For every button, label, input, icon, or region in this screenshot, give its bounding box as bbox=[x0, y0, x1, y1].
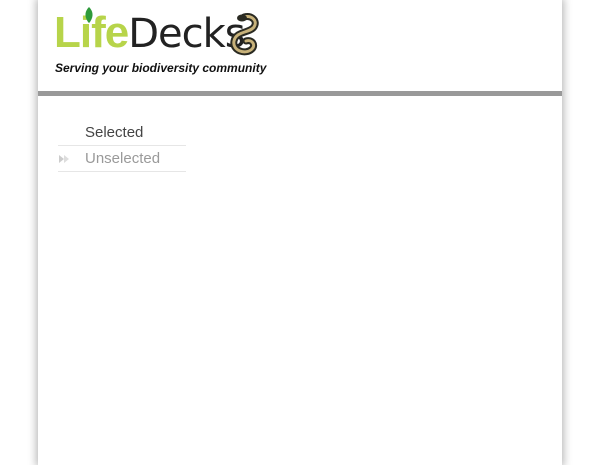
header-divider bbox=[38, 91, 562, 96]
menu-item-label: Selected bbox=[85, 124, 144, 141]
site-tagline: Serving your biodiversity community bbox=[55, 61, 267, 75]
tab-menu: Selected Unselected bbox=[58, 120, 186, 172]
page-frame: LifeDecks Serving your biodiversity comm… bbox=[38, 0, 562, 465]
logo-wordmark: LifeDecks bbox=[54, 7, 246, 59]
leaf-icon bbox=[85, 7, 93, 23]
snake-icon bbox=[230, 13, 259, 56]
site-header: LifeDecks Serving your biodiversity comm… bbox=[38, 0, 562, 91]
menu-item-selected[interactable]: Selected bbox=[58, 120, 186, 146]
double-arrow-right-icon bbox=[59, 155, 69, 163]
menu-item-unselected[interactable]: Unselected bbox=[58, 146, 186, 172]
lifedesks-logo[interactable]: LifeDecks Serving your biodiversity comm… bbox=[54, 7, 316, 77]
menu-item-label: Unselected bbox=[85, 150, 161, 167]
